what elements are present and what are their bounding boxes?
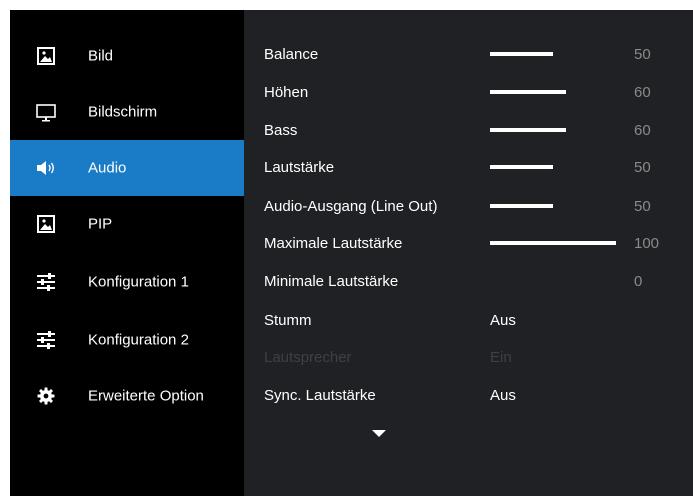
- setting-value: 60: [634, 84, 651, 101]
- audio-settings-panel: Balance 50 Höhen 60 Bass 60 Lautstärke 5…: [244, 10, 693, 496]
- osd-menu: Bild Bildschirm Audio PIP Konfiguration …: [10, 10, 693, 496]
- speaker-icon: [37, 161, 54, 175]
- setting-value: 50: [634, 159, 651, 176]
- setting-label: Lautstärke: [264, 159, 335, 176]
- setting-value: 100: [634, 235, 660, 252]
- setting-row-stumm[interactable]: Stumm Aus: [244, 310, 693, 330]
- level-bar[interactable]: [490, 165, 553, 169]
- setting-value: Aus: [490, 312, 516, 329]
- setting-value: 0: [634, 273, 643, 290]
- setting-label: Sync. Lautstärke: [264, 387, 376, 404]
- setting-label: Stumm: [264, 312, 312, 329]
- setting-row-sync-lautstaerke[interactable]: Sync. Lautstärke Aus: [244, 385, 693, 405]
- setting-label: Bass: [264, 122, 298, 139]
- setting-label: Lautsprecher: [264, 349, 352, 366]
- sidebar-item-audio[interactable]: Audio: [10, 140, 244, 196]
- level-bar[interactable]: [490, 241, 616, 245]
- setting-row-maximale-lautstaerke[interactable]: Maximale Lautstärke 100: [244, 233, 693, 253]
- setting-row-audio-ausgang[interactable]: Audio-Ausgang (Line Out) 50: [244, 196, 693, 216]
- level-bar[interactable]: [490, 90, 566, 94]
- sliders-icon: [37, 273, 55, 291]
- sidebar-item-label: Erweiterte Option: [88, 387, 204, 405]
- sidebar-item-label: PIP: [88, 215, 113, 233]
- level-bar[interactable]: [490, 128, 566, 132]
- sidebar-item-erweiterte-option[interactable]: Erweiterte Option: [10, 368, 244, 424]
- sidebar-item-label: Konfiguration 1: [88, 273, 189, 291]
- setting-row-hoehen[interactable]: Höhen 60: [244, 82, 693, 102]
- setting-label: Minimale Lautstärke: [264, 273, 399, 290]
- setting-value: 60: [634, 122, 651, 139]
- sliders-icon: [37, 331, 55, 349]
- chevron-down-icon[interactable]: [372, 430, 386, 437]
- monitor-icon: [36, 104, 56, 122]
- setting-value: 50: [634, 198, 651, 215]
- level-bar[interactable]: [490, 204, 553, 208]
- gear-icon: [37, 387, 55, 405]
- setting-row-lautstaerke[interactable]: Lautstärke 50: [244, 157, 693, 177]
- sidebar-item-bild[interactable]: Bild: [10, 28, 244, 84]
- setting-label: Maximale Lautstärke: [264, 235, 403, 252]
- sidebar-item-bildschirm[interactable]: Bildschirm: [10, 84, 244, 140]
- setting-row-minimale-lautstaerke[interactable]: Minimale Lautstärke 0: [244, 271, 693, 291]
- sidebar-item-pip[interactable]: PIP: [10, 196, 244, 252]
- setting-label: Höhen: [264, 84, 309, 101]
- sidebar-item-label: Bildschirm: [88, 103, 158, 121]
- sidebar-item-label: Bild: [88, 47, 114, 65]
- setting-row-balance[interactable]: Balance 50: [244, 44, 693, 64]
- level-bar[interactable]: [490, 52, 553, 56]
- picture-icon: [37, 47, 55, 65]
- setting-label: Balance: [264, 46, 319, 63]
- setting-value: 50: [634, 46, 651, 63]
- sidebar: Bild Bildschirm Audio PIP Konfiguration …: [10, 10, 244, 496]
- sidebar-item-label: Konfiguration 2: [88, 331, 189, 349]
- setting-row-bass[interactable]: Bass 60: [244, 120, 693, 140]
- setting-label: Audio-Ausgang (Line Out): [264, 198, 438, 215]
- setting-value: Ein: [490, 349, 512, 366]
- setting-row-lautsprecher: Lautsprecher Ein: [244, 347, 693, 367]
- picture-icon: [37, 215, 55, 233]
- setting-value: Aus: [490, 387, 516, 404]
- sidebar-item-konfiguration-2[interactable]: Konfiguration 2: [10, 312, 244, 368]
- sidebar-item-konfiguration-1[interactable]: Konfiguration 1: [10, 254, 244, 310]
- sidebar-item-label: Audio: [88, 159, 127, 177]
